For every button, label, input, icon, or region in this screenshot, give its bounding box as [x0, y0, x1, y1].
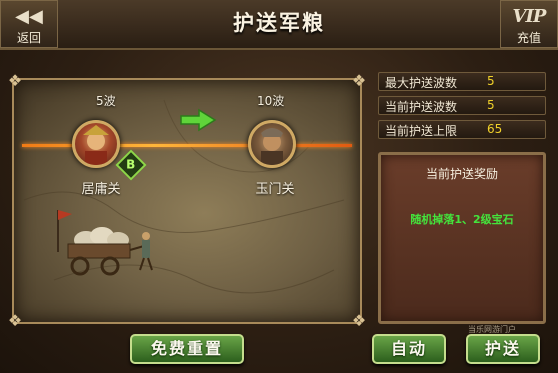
vip-icon: VIP: [512, 6, 547, 27]
page-title: 护送军粮: [233, 11, 325, 35]
reward-title: 当前护送奖励: [425, 167, 498, 181]
stat-label: 当前护送波数: [385, 100, 458, 114]
back-label: 返回: [16, 31, 41, 45]
stat-current-limit: 当前护送上限 65: [378, 120, 546, 139]
start-general-avatar[interactable]: [72, 120, 120, 168]
end-waves: 10波: [257, 94, 285, 108]
watermark-text: 当乐网游门户: [468, 325, 516, 334]
recharge-button[interactable]: VIP 充值: [500, 0, 558, 48]
back-button[interactable]: ◀◀ 返回: [0, 0, 58, 48]
auto-button[interactable]: 自动: [372, 334, 446, 364]
grain-cart-icon: [57, 210, 153, 276]
recharge-label: 充值: [516, 31, 541, 45]
top-bar: ◀◀ 返回 护送军粮 VIP 充值: [0, 0, 558, 50]
start-pass-name: 居庸关: [81, 182, 121, 197]
stat-value: 65: [487, 122, 503, 136]
free-reset-button[interactable]: 免费重置: [130, 334, 244, 364]
stat-label: 最大护送波数: [385, 76, 458, 90]
start-waves: 5波: [96, 94, 116, 108]
stat-label: 当前护送上限: [385, 124, 458, 138]
general-face-icon: [261, 128, 283, 165]
stat-max-waves: 最大护送波数 5: [378, 72, 546, 91]
stat-value: 5: [487, 98, 495, 112]
end-general-avatar[interactable]: [248, 120, 296, 168]
escort-grain-screen: ◀◀ 返回 护送军粮 VIP 充值 ❖ ❖ ❖ ❖ 5波 10波 B 居庸关 玉…: [0, 0, 558, 373]
escort-button[interactable]: 护送: [466, 334, 540, 364]
reward-panel: 当前护送奖励 随机掉落1、2级宝石: [378, 152, 546, 324]
end-pass-name: 玉门关: [255, 182, 295, 197]
direction-arrow-icon: [180, 108, 217, 132]
reward-text: 随机掉落1、2级宝石: [410, 213, 514, 226]
route-map-panel: ❖ ❖ ❖ ❖ 5波 10波 B 居庸关 玉门关: [8, 72, 366, 330]
general-face-icon: [83, 125, 109, 165]
stat-current-waves: 当前护送波数 5: [378, 96, 546, 115]
stat-value: 5: [487, 74, 495, 88]
back-arrow-icon: ◀◀: [15, 6, 43, 27]
